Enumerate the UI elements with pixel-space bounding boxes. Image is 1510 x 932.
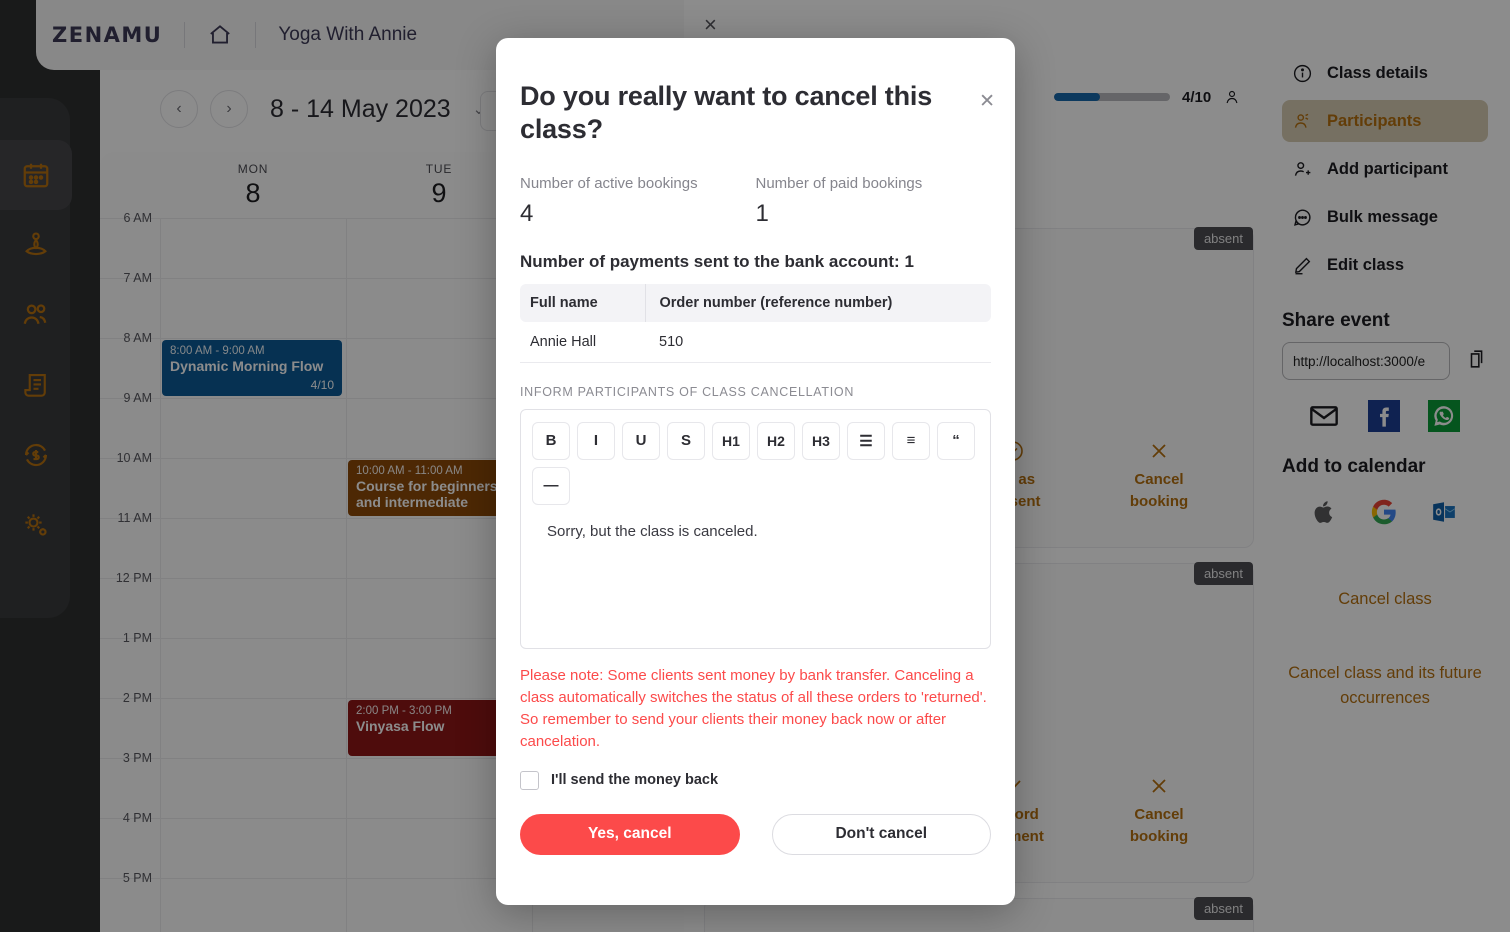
- table-row: Annie Hall 510: [520, 321, 991, 363]
- close-modal-button[interactable]: ✕: [979, 92, 995, 111]
- column-header-order-number: Order number (reference number): [644, 283, 991, 322]
- modal-title: Do you really want to cancel this class?: [520, 81, 933, 145]
- stat-label: Number of active bookings: [520, 174, 698, 192]
- stat-active-bookings: Number of active bookings 4: [520, 175, 756, 228]
- bank-payments-table: Full name Order number (reference number…: [520, 283, 991, 363]
- cancel-class-modal: ✕ Do you really want to cancel this clas…: [496, 38, 1015, 905]
- modal-button-row: Yes, cancel Don't cancel: [520, 813, 991, 855]
- strikethrough-icon[interactable]: S: [667, 421, 705, 460]
- cell-full-name: Annie Hall: [520, 321, 645, 363]
- booking-stats: Number of active bookings 4 Number of pa…: [520, 175, 991, 228]
- stat-value: 4: [520, 199, 534, 227]
- editor-label: INFORM PARTICIPANTS OF CLASS CANCELLATIO…: [520, 384, 855, 399]
- table-header-row: Full name Order number (reference number…: [520, 283, 991, 322]
- editor-toolbar: B I U S H1 H2 H3 ☰ ≡ “ —: [521, 410, 990, 505]
- underline-icon[interactable]: U: [622, 421, 660, 460]
- cell-order-number: 510: [645, 321, 991, 363]
- heading-2-icon[interactable]: H2: [757, 421, 795, 460]
- dismiss-cancel-button[interactable]: Don't cancel: [771, 813, 991, 855]
- send-money-back-checkbox[interactable]: [520, 770, 539, 790]
- stat-paid-bookings: Number of paid bookings 1: [756, 175, 992, 228]
- horizontal-rule-icon[interactable]: —: [532, 466, 570, 505]
- stat-label: Number of paid bookings: [755, 174, 923, 192]
- send-money-back-label: I'll send the money back: [551, 772, 719, 788]
- numbered-list-icon[interactable]: ≡: [892, 421, 930, 460]
- stat-value: 1: [755, 199, 769, 227]
- bold-icon[interactable]: B: [532, 421, 570, 460]
- bullet-list-icon[interactable]: ☰: [847, 421, 885, 460]
- blockquote-icon[interactable]: “: [937, 421, 975, 460]
- rich-text-editor[interactable]: B I U S H1 H2 H3 ☰ ≡ “ — Sorry, but the class is c…: [520, 408, 991, 649]
- heading-3-icon[interactable]: H3: [802, 421, 840, 460]
- app-root: ZENAMU Yoga With Annie ‹ › 8 - 14 May 20…: [0, 0, 1510, 932]
- payments-sent-line: Number of payments sent to the bank acco…: [520, 251, 914, 271]
- column-header-full-name: Full name: [520, 283, 645, 322]
- heading-1-icon[interactable]: H1: [712, 421, 750, 460]
- send-money-back-row[interactable]: I'll send the money back: [520, 770, 991, 790]
- editor-content[interactable]: Sorry, but the class is canceled.: [521, 505, 990, 558]
- confirm-cancel-button[interactable]: Yes, cancel: [520, 813, 740, 855]
- italic-icon[interactable]: I: [577, 421, 615, 460]
- warning-text: Please note: Some clients sent money by …: [520, 666, 987, 750]
